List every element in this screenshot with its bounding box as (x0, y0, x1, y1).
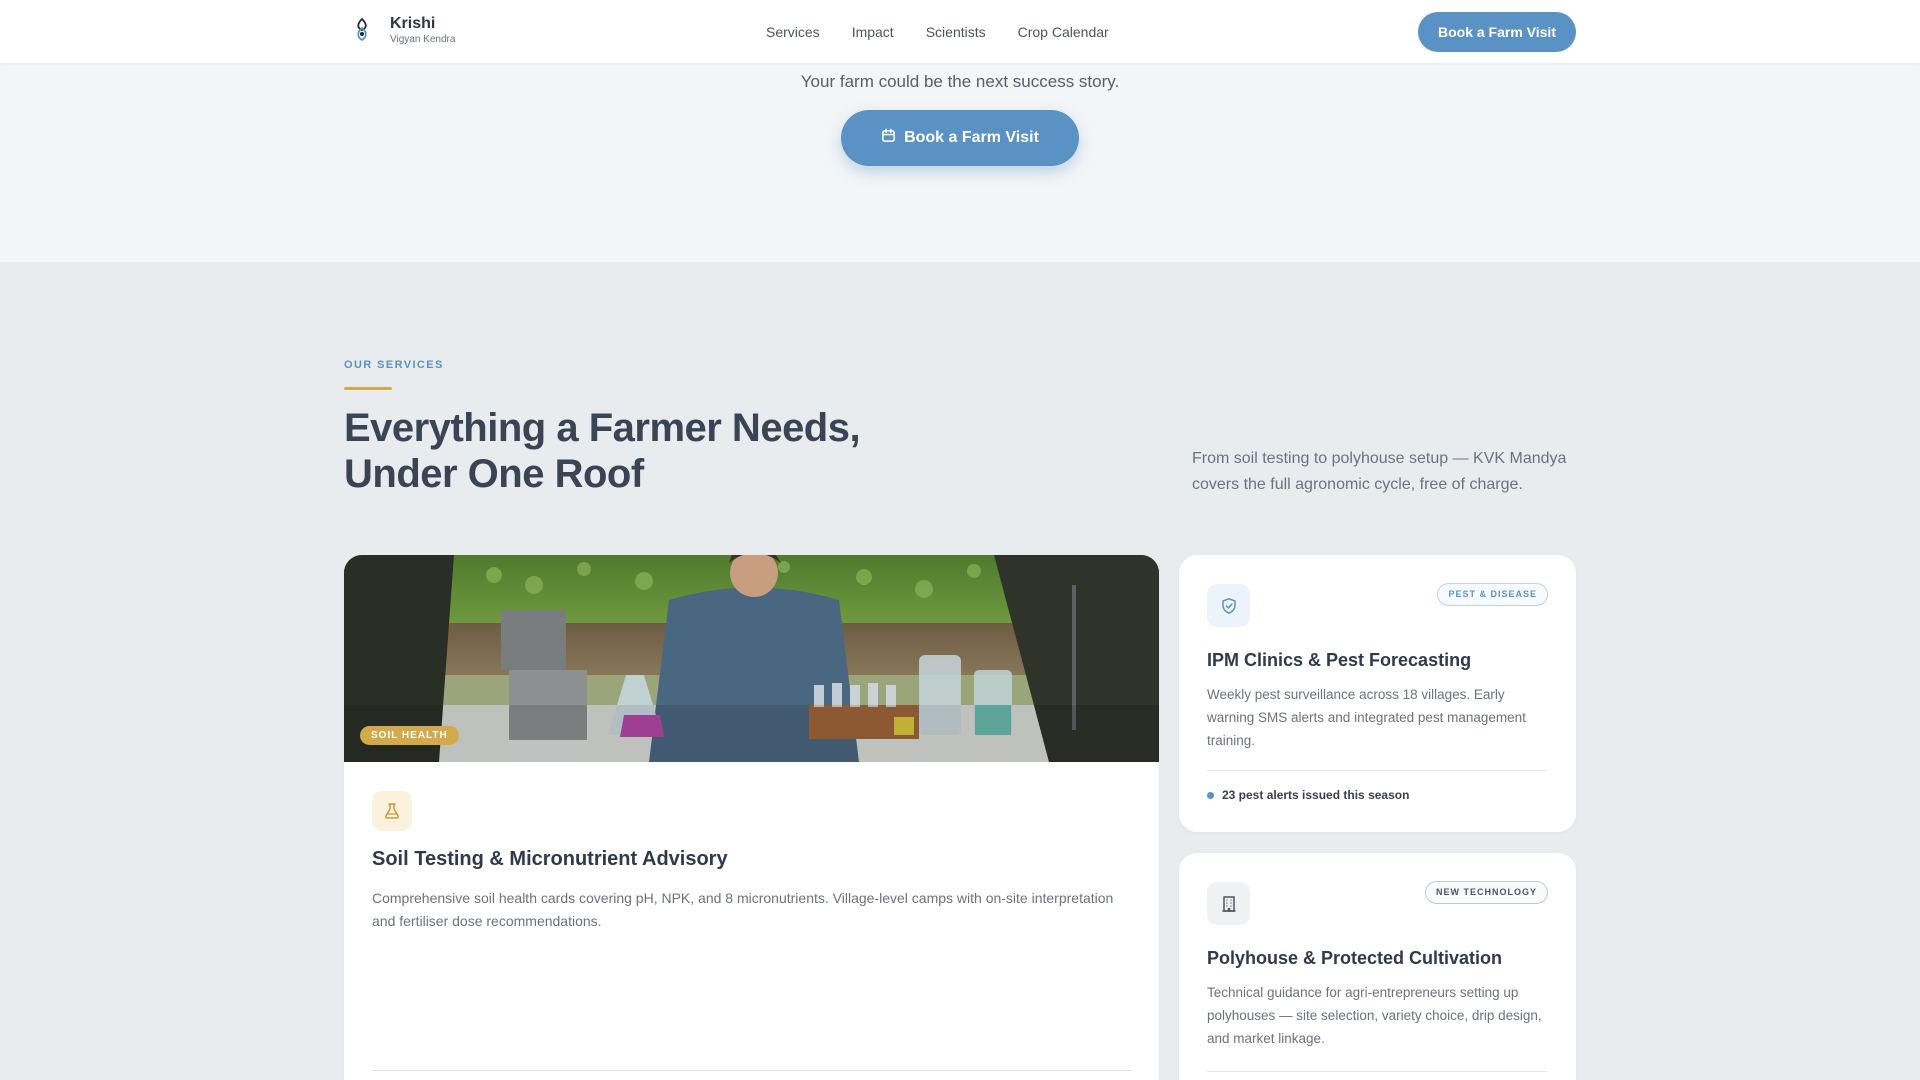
nav-link-scientists[interactable]: Scientists (926, 24, 986, 40)
new-technology-badge: NEW TECHNOLOGY (1425, 881, 1548, 904)
soil-lab-photo: SOIL HEALTH (344, 555, 1159, 762)
brand[interactable]: Krishi Vigyan Kendra (350, 14, 455, 46)
section-description: From soil testing to polyhouse setup — K… (1192, 450, 1567, 493)
building-icon (1207, 882, 1250, 925)
section-eyebrow: OUR SERVICES (344, 359, 444, 371)
krishi-logo-icon (350, 15, 374, 45)
main-nav: Services Impact Scientists Crop Calendar (766, 24, 1109, 40)
service-card-polyhouse[interactable]: NEW TECHNOLOGY Polyhouse & Protected Cul… (1179, 853, 1576, 1080)
pest-disease-badge: PEST & DISEASE (1437, 583, 1548, 606)
card-divider (1207, 770, 1547, 771)
polyhouse-card-description: Technical guidance for agri-entrepreneur… (1207, 985, 1542, 1046)
section-title: Everything a Farmer Needs, Under One Roo… (344, 405, 964, 497)
section-title-line-1: Everything a Farmer Needs, (344, 406, 861, 450)
header-book-visit-button[interactable]: Book a Farm Visit (1418, 12, 1576, 52)
brand-subtitle: Vigyan Kendra (390, 34, 456, 45)
hero-subtitle: Your farm could be the next success stor… (800, 72, 1120, 91)
soil-card-description: Comprehensive soil health cards covering… (372, 890, 1114, 929)
shield-check-icon (1207, 584, 1250, 627)
brand-name: Krishi (390, 15, 436, 32)
card-divider (1207, 1071, 1547, 1072)
section-title-line-2: Under One Roof (344, 452, 644, 496)
calendar-icon (881, 128, 896, 148)
ipm-card-description: Weekly pest surveillance across 18 villa… (1207, 687, 1526, 748)
pest-alert-stat: 23 pest alerts issued this season (1207, 788, 1409, 802)
card-divider (372, 1070, 1132, 1071)
flask-icon (372, 791, 412, 831)
service-card-ipm-clinics[interactable]: PEST & DISEASE IPM Clinics & Pest Foreca… (1179, 555, 1576, 832)
nav-link-services[interactable]: Services (766, 24, 820, 40)
service-card-soil-testing[interactable]: SOIL HEALTH Soil Testing & Micronutrient… (344, 555, 1159, 1080)
hero-section: Your farm could be the next success stor… (0, 63, 1920, 262)
hero-book-visit-button[interactable]: Book a Farm Visit (841, 110, 1079, 166)
brand-text: Krishi Vigyan Kendra (390, 14, 455, 46)
nav-link-crop-calendar[interactable]: Crop Calendar (1018, 24, 1109, 40)
nav-link-impact[interactable]: Impact (852, 24, 894, 40)
eyebrow-underline (344, 387, 392, 390)
status-dot-icon (1207, 791, 1214, 799)
polyhouse-card-title: Polyhouse & Protected Cultivation (1207, 948, 1503, 968)
pest-alert-stat-text: 23 pest alerts issued this season (1222, 788, 1410, 802)
soil-card-title: Soil Testing & Micronutrient Advisory (372, 848, 728, 870)
top-navbar: Krishi Vigyan Kendra Services Impact Sci… (0, 0, 1920, 63)
hero-cta-label: Book a Farm Visit (904, 129, 1039, 146)
ipm-card-title: IPM Clinics & Pest Forecasting (1207, 650, 1472, 670)
soil-health-badge: SOIL HEALTH (360, 726, 459, 745)
